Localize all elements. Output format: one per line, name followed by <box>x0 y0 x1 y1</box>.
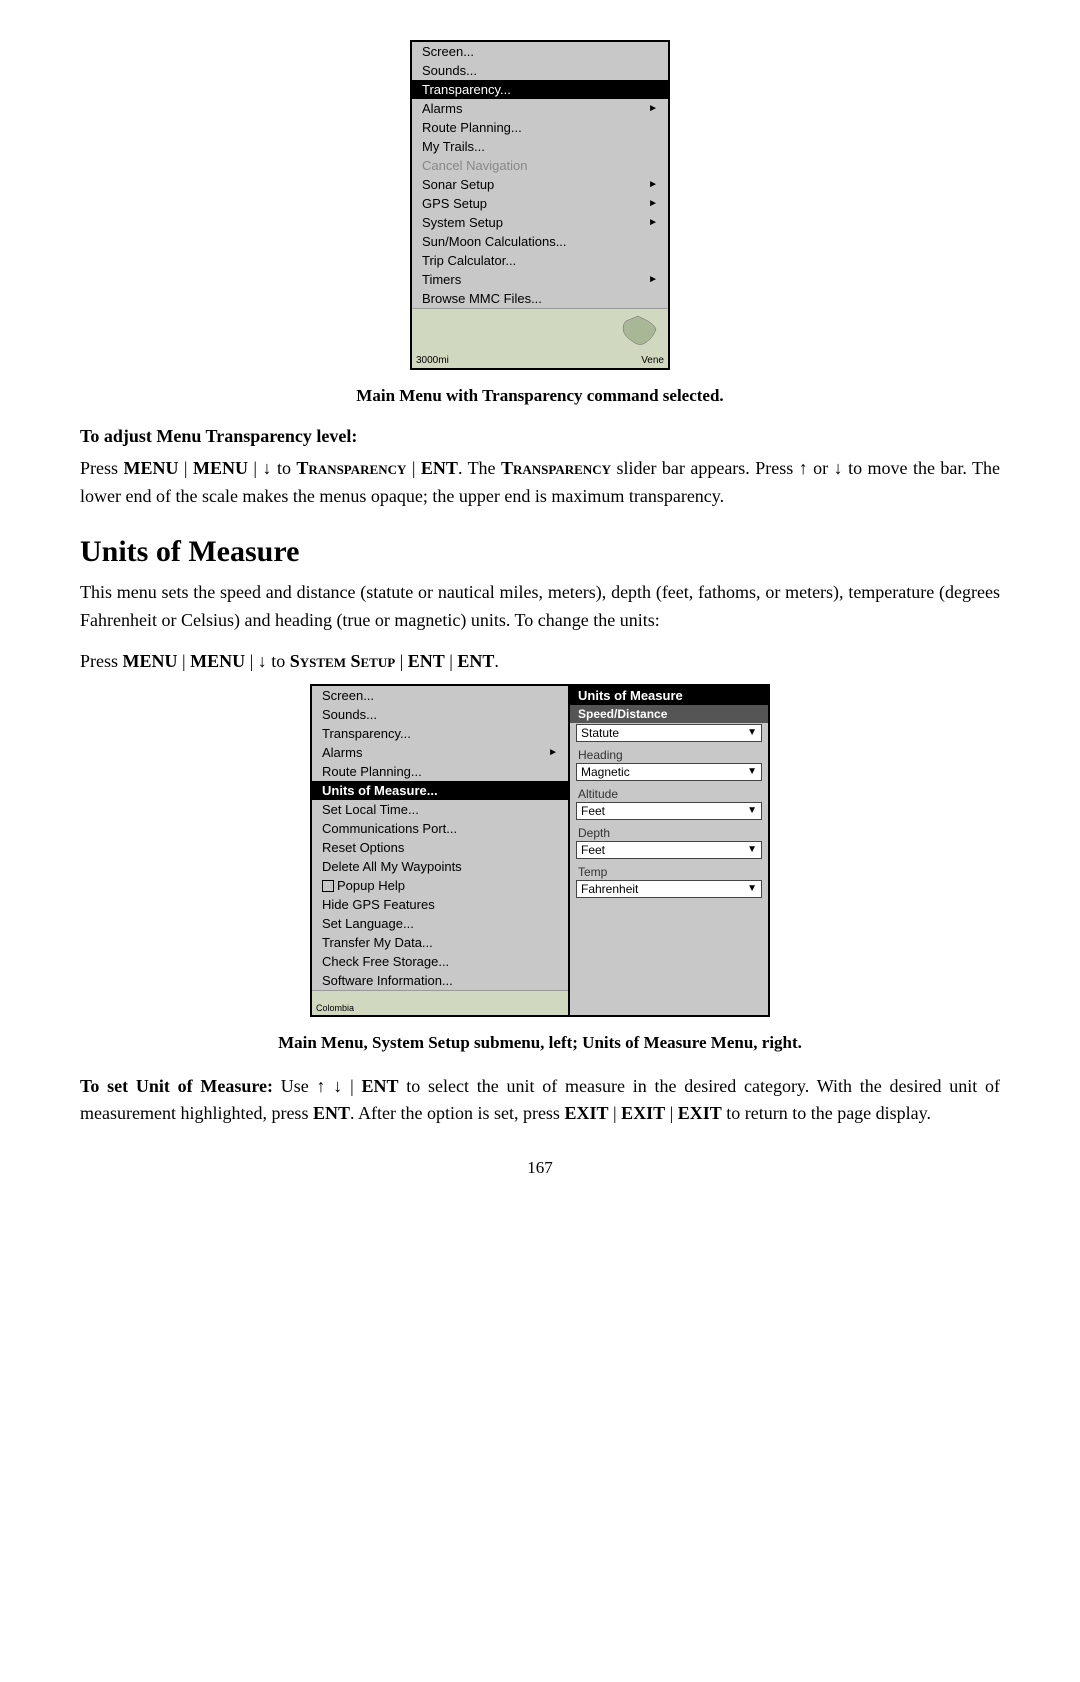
right-menu-screenshot: Units of Measure Speed/Distance Statute … <box>570 684 770 1017</box>
map-label-distance: 3000mi <box>416 355 449 366</box>
units-menu-header: Units of Measure <box>570 686 768 705</box>
left-menu-units-of-measure: Units of Measure... <box>312 781 568 800</box>
left-menu-screenshot: Screen... Sounds... Transparency... Alar… <box>310 684 570 1017</box>
menu-item-gps-setup: GPS Setup► <box>412 194 668 213</box>
left-menu-popup-help: Popup Help <box>312 876 568 895</box>
transparency-heading: To adjust Menu Transparency level: <box>80 426 1000 447</box>
top-screenshot-container: Screen... Sounds... Transparency... Alar… <box>80 40 1000 370</box>
statute-value: Statute <box>581 726 619 740</box>
left-menu-delete-waypoints: Delete All My Waypoints <box>312 857 568 876</box>
altitude-feet-value: Feet <box>581 804 605 818</box>
left-menu-check-storage: Check Free Storage... <box>312 952 568 971</box>
menu-item-system-setup: System Setup► <box>412 213 668 232</box>
altitude-feet-dropdown[interactable]: Feet ▼ <box>576 802 762 820</box>
menu-item-screen: Screen... <box>412 42 668 61</box>
left-menu-sounds: Sounds... <box>312 705 568 724</box>
left-map-colombia-label: Colombia <box>316 1003 354 1013</box>
depth-feet-dropdown[interactable]: Feet ▼ <box>576 841 762 859</box>
left-menu-comms-port: Communications Port... <box>312 819 568 838</box>
altitude-feet-arrow: ▼ <box>747 805 757 816</box>
page-number: 167 <box>80 1158 1000 1178</box>
left-menu-software-info: Software Information... <box>312 971 568 990</box>
menu-item-sun-moon: Sun/Moon Calculations... <box>412 232 668 251</box>
fahrenheit-arrow: ▼ <box>747 883 757 894</box>
top-menu-screenshot: Screen... Sounds... Transparency... Alar… <box>410 40 670 370</box>
dual-screenshot-container: Screen... Sounds... Transparency... Alar… <box>80 684 1000 1017</box>
transparency-body: Press MENU | MENU | ↓ to Transparency | … <box>80 455 1000 511</box>
menu-item-trip-calc: Trip Calculator... <box>412 251 668 270</box>
menu-item-cancel-nav: Cancel Navigation <box>412 156 668 175</box>
menu-item-route-planning: Route Planning... <box>412 118 668 137</box>
depth-feet-arrow: ▼ <box>747 844 757 855</box>
left-menu-hide-gps: Hide GPS Features <box>312 895 568 914</box>
popup-help-checkbox <box>322 880 334 892</box>
fahrenheit-value: Fahrenheit <box>581 882 638 896</box>
menu-item-timers: Timers► <box>412 270 668 289</box>
top-menu-map: 3000mi Vene <box>412 308 668 368</box>
magnetic-dropdown[interactable]: Magnetic ▼ <box>576 763 762 781</box>
left-menu-reset-options: Reset Options <box>312 838 568 857</box>
units-intro-text: This menu sets the speed and distance (s… <box>80 579 1000 635</box>
top-screenshot-caption: Main Menu with Transparency command sele… <box>80 386 1000 406</box>
altitude-label: Altitude <box>570 785 768 801</box>
statute-arrow: ▼ <box>747 727 757 738</box>
units-section-title: Units of Measure <box>80 535 1000 569</box>
left-menu-route-planning: Route Planning... <box>312 762 568 781</box>
left-menu-screen: Screen... <box>312 686 568 705</box>
depth-label: Depth <box>570 824 768 840</box>
press-menu-line: Press MENU | MENU | ↓ to System Setup | … <box>80 651 1000 672</box>
speed-distance-label: Speed/Distance <box>570 705 768 723</box>
dual-screenshot-caption: Main Menu, System Setup submenu, left; U… <box>80 1033 1000 1053</box>
menu-item-transparency: Transparency... <box>412 80 668 99</box>
menu-item-alarms: Alarms► <box>412 99 668 118</box>
page-content: Screen... Sounds... Transparency... Alar… <box>80 40 1000 1178</box>
magnetic-arrow: ▼ <box>747 766 757 777</box>
left-menu-set-language: Set Language... <box>312 914 568 933</box>
statute-dropdown[interactable]: Statute ▼ <box>576 724 762 742</box>
menu-item-my-trails: My Trails... <box>412 137 668 156</box>
menu-item-sounds: Sounds... <box>412 61 668 80</box>
left-menu-map-bottom: Colombia <box>312 990 568 1015</box>
left-menu-transfer-data: Transfer My Data... <box>312 933 568 952</box>
magnetic-value: Magnetic <box>581 765 630 779</box>
map-label-vene: Vene <box>641 355 664 366</box>
set-unit-text: To set Unit of Measure: Use ↑ ↓ | ENT to… <box>80 1073 1000 1129</box>
temp-label: Temp <box>570 863 768 879</box>
menu-item-sonar-setup: Sonar Setup► <box>412 175 668 194</box>
fahrenheit-dropdown[interactable]: Fahrenheit ▼ <box>576 880 762 898</box>
left-menu-alarms: Alarms► <box>312 743 568 762</box>
depth-feet-value: Feet <box>581 843 605 857</box>
left-menu-transparency: Transparency... <box>312 724 568 743</box>
heading-label: Heading <box>570 746 768 762</box>
left-menu-set-local-time: Set Local Time... <box>312 800 568 819</box>
menu-item-browse-mmc: Browse MMC Files... <box>412 289 668 308</box>
